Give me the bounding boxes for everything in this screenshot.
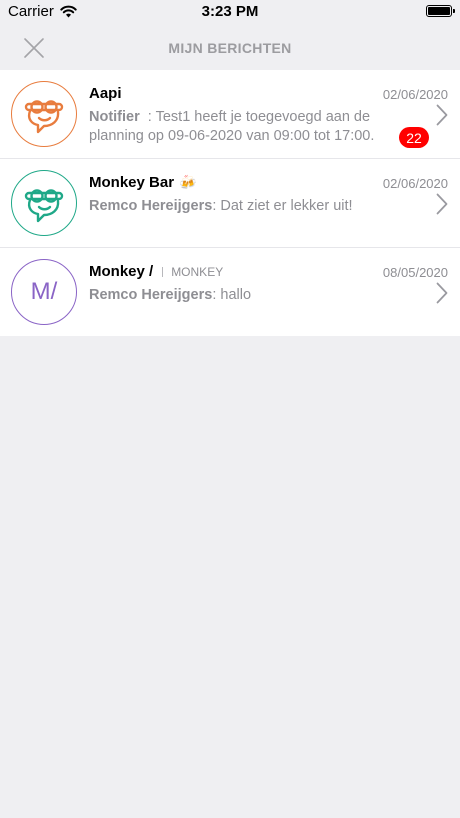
conversation-preview: Remco Hereijgers: Dat ziet er lekker uit… (89, 197, 409, 216)
conversation-message: hallo (220, 287, 252, 303)
conversation-message: Dat ziet er lekker uit! (220, 198, 353, 214)
conversation-sender: Notifier (89, 109, 140, 125)
conversation-date: 08/05/2020 (382, 265, 448, 280)
avatar: M/ (11, 259, 77, 325)
conversation-subtag-text: MONKEY (171, 264, 224, 279)
conversation-title-text: Aapi (89, 85, 122, 102)
avatar (11, 170, 77, 236)
status-bar: Carrier 3:23 PM (0, 0, 460, 24)
conversation-separator: : (139, 109, 156, 125)
conversation-title: Aapi (89, 85, 122, 102)
conversation-sender: Remco Hereijgers (89, 287, 213, 303)
conversation-date: 02/06/2020 (382, 176, 448, 191)
conversation-preview: Remco Hereijgers: hallo (89, 286, 409, 305)
conversation-row-monkey-bar[interactable]: Monkey Bar 🍻 02/06/2020 Remco Hereijgers… (0, 159, 460, 248)
beer-emoji: 🍻 (179, 174, 197, 190)
conversation-preview: Notifier : Test1 heeft je toegevoegd aan… (89, 108, 409, 146)
conversation-title: Monkey / MONKEY (89, 263, 223, 280)
subtag-divider (162, 266, 164, 277)
chevron-right-icon (436, 193, 448, 215)
conversation-row-aapi[interactable]: Aapi 02/06/2020 Notifier : Test1 heeft j… (0, 70, 460, 159)
conversation-subtag: MONKEY (162, 265, 223, 279)
conversation-title-text: Monkey Bar (89, 174, 175, 191)
conversation-title: Monkey Bar 🍻 (89, 174, 196, 191)
conversation-list: Aapi 02/06/2020 Notifier : Test1 heeft j… (0, 70, 460, 336)
conversation-date: 02/06/2020 (382, 87, 448, 102)
conversation-title-text: Monkey / (89, 263, 154, 280)
avatar (11, 81, 77, 147)
monkey-icon (24, 100, 64, 134)
chevron-right-icon (436, 282, 448, 304)
unread-badge: 22 (399, 127, 429, 148)
conversation-row-monkey[interactable]: M/ Monkey / MONKEY 08/05/2020 Remco Here… (0, 248, 460, 336)
avatar-initials: M/ (30, 278, 58, 305)
chevron-right-icon (436, 104, 448, 126)
battery-icon (426, 5, 455, 17)
nav-bar: MIJN BERICHTEN (0, 24, 460, 70)
status-time: 3:23 PM (201, 3, 259, 20)
monkey-icon (24, 189, 64, 223)
page-title: MIJN BERICHTEN (168, 40, 292, 56)
conversation-sender: Remco Hereijgers (89, 198, 213, 214)
